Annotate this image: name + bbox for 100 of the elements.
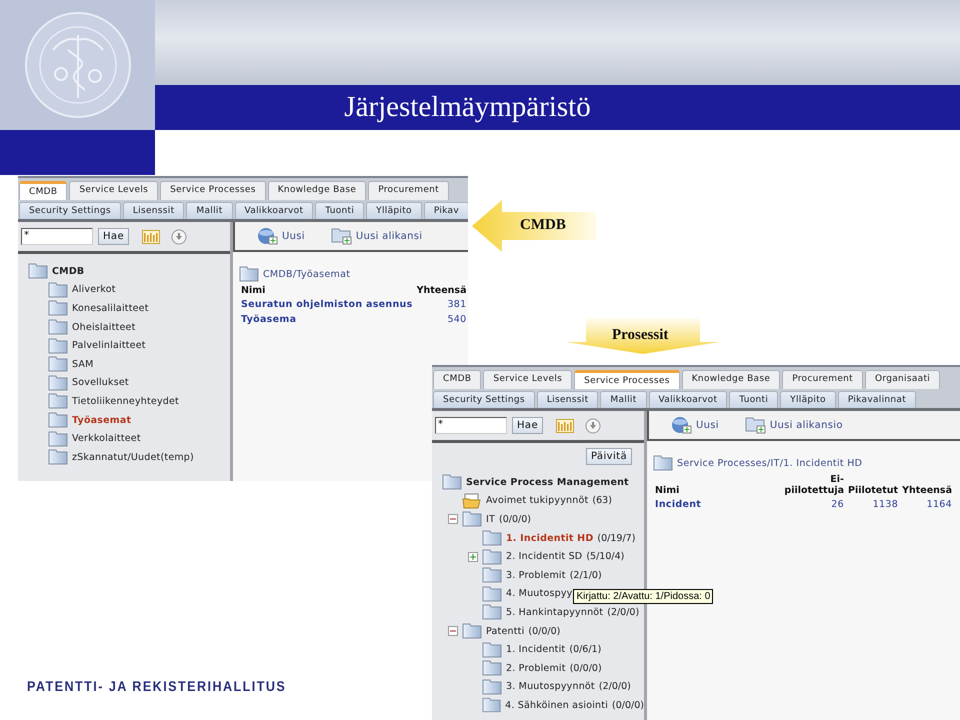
tab[interactable]: Procurement xyxy=(368,181,449,200)
toolbar-button[interactable]: Uusi alikansi xyxy=(330,227,422,245)
tree-item[interactable]: Sovellukset xyxy=(72,377,129,388)
folder-icon xyxy=(442,474,462,490)
tree-item[interactable]: 2. Incidentit SD xyxy=(506,551,582,562)
column-header: Piilotetut xyxy=(847,484,900,497)
folder-icon xyxy=(48,449,68,466)
tree-item[interactable]: Verkkolaitteet xyxy=(72,433,141,444)
table-cell-text: 1164 xyxy=(926,498,953,512)
tree-item[interactable]: Patentti xyxy=(486,626,524,637)
tree-item[interactable]: Avoimet tukipyynnöt xyxy=(486,495,588,506)
tab[interactable]: Knowledge Base xyxy=(268,181,366,200)
expand-toggle[interactable] xyxy=(468,552,478,562)
folder-icon xyxy=(482,530,502,546)
tab[interactable]: CMDB xyxy=(433,370,482,389)
tab[interactable]: Ylläpito xyxy=(780,391,836,408)
collapse-toggle[interactable] xyxy=(448,626,458,636)
folder-icon xyxy=(48,282,68,298)
tree-item[interactable]: Työasemat xyxy=(72,414,132,426)
tree-item[interactable]: SAM xyxy=(72,358,94,370)
tab[interactable]: Service Levels xyxy=(483,370,572,389)
column-header: Nimi xyxy=(240,284,266,297)
tab[interactable]: Service Levels xyxy=(69,181,158,200)
tab[interactable]: Service Processes xyxy=(574,370,680,389)
column-header: Yhteensä xyxy=(416,284,468,297)
bar-chart-icon[interactable] xyxy=(556,418,574,432)
column-header: Ei-piilotettuja xyxy=(783,473,845,497)
column-header: Nimi xyxy=(654,484,680,497)
folder-icon xyxy=(482,567,502,584)
tree-item[interactable]: IT xyxy=(486,514,496,525)
folder-icon xyxy=(482,586,502,602)
tree-item[interactable]: Aliverkot xyxy=(72,284,116,296)
tab[interactable]: Lisenssit xyxy=(122,202,184,219)
tab[interactable]: Valikkoarvot xyxy=(234,202,314,219)
search-button[interactable]: Hae xyxy=(512,417,543,434)
folder-icon xyxy=(48,338,68,354)
tab[interactable]: Tuonti xyxy=(729,391,778,408)
folder-icon xyxy=(28,263,48,280)
item-count: (0/0/0) xyxy=(612,700,644,711)
bar-chart-icon[interactable] xyxy=(142,230,160,244)
footer-wordmark: PATENTTI- JA REKISTERIHALLITUS xyxy=(27,678,286,694)
folder-icon xyxy=(48,374,68,391)
tab[interactable]: Pikav xyxy=(424,202,468,219)
item-count: (0/19/7) xyxy=(597,532,636,544)
search-button[interactable]: Hae xyxy=(98,228,129,245)
tree-item[interactable]: 4. Sähköinen asiointi xyxy=(505,700,608,711)
item-count: (2/0/0) xyxy=(607,606,640,618)
tab[interactable]: Knowledge Base xyxy=(682,370,780,389)
refresh-button[interactable]: Päivitä xyxy=(586,448,632,465)
toolbar-button[interactable]: Uusi alikansio xyxy=(744,416,843,434)
tab[interactable]: Procurement xyxy=(782,370,863,389)
search-field[interactable]: * xyxy=(21,228,93,245)
tree-item[interactable]: CMDB xyxy=(52,266,84,277)
tree-item[interactable]: Konesalilaitteet xyxy=(72,302,149,314)
folder-icon xyxy=(48,430,68,447)
tab[interactable]: CMDB xyxy=(19,181,68,200)
item-count: (5/10/4) xyxy=(586,551,624,562)
toolbar-button[interactable]: Uusi xyxy=(671,416,719,434)
tree-item[interactable]: 4. Muutospyy xyxy=(506,588,572,600)
tree-item[interactable]: zSkannatut/Uudet(temp) xyxy=(72,452,194,463)
folder-icon xyxy=(462,511,482,528)
tree-item[interactable]: 1. Incidentit xyxy=(506,644,566,656)
tab[interactable]: Mallit xyxy=(186,202,233,219)
tab[interactable]: Service Processes xyxy=(160,181,266,200)
item-count: (0/0/0) xyxy=(570,662,602,674)
toolbar-button[interactable]: Uusi xyxy=(257,227,305,245)
tree-item[interactable]: Oheislaitteet xyxy=(72,322,136,333)
tab[interactable]: Organisaati xyxy=(865,370,940,389)
table-cell-text: 1138 xyxy=(872,498,900,512)
tab[interactable]: Mallit xyxy=(600,391,647,408)
search-field[interactable]: * xyxy=(435,417,507,434)
folder-icon xyxy=(48,393,68,410)
tree-item[interactable]: 3. Muutospyynnöt xyxy=(506,681,595,692)
item-link[interactable]: Seuratun ohjelmiston asennus xyxy=(239,297,415,312)
tree-item[interactable]: Palvelinlaitteet xyxy=(72,340,146,352)
tab[interactable]: Security Settings xyxy=(19,202,121,219)
folder-icon xyxy=(48,319,68,336)
tab[interactable]: Security Settings xyxy=(433,391,535,408)
collapse-toggle[interactable] xyxy=(448,514,458,524)
tree-item[interactable]: 2. Problemit xyxy=(506,662,566,674)
tree-item[interactable]: 3. Problemit xyxy=(506,570,566,581)
tree-item[interactable]: Service Process Management xyxy=(466,476,629,488)
tab[interactable]: Valikkoarvot xyxy=(648,391,728,408)
breadcrumb: CMDB/Työasemat xyxy=(263,268,350,280)
item-link[interactable]: Incident xyxy=(653,497,782,512)
folder-icon xyxy=(482,604,502,620)
tree-item[interactable]: Tietoliikenneyhteydet xyxy=(72,396,179,407)
tab[interactable]: Tuonti xyxy=(315,202,364,219)
item-link[interactable]: Työasema xyxy=(239,312,415,327)
tree-item[interactable]: 5. Hankintapyynnöt xyxy=(506,606,604,618)
tab[interactable]: Pikavalinnat xyxy=(838,391,916,408)
folder-icon xyxy=(239,266,259,282)
tab[interactable]: Lisenssit xyxy=(536,391,598,408)
tab[interactable]: Ylläpito xyxy=(366,202,422,219)
folder-icon xyxy=(653,455,673,471)
folder-icon xyxy=(482,660,502,676)
folder-icon xyxy=(462,623,482,640)
folder-icon xyxy=(48,412,68,428)
callout-label: CMDB xyxy=(520,217,566,234)
tree-item[interactable]: 1. Incidentit HD xyxy=(506,532,594,544)
